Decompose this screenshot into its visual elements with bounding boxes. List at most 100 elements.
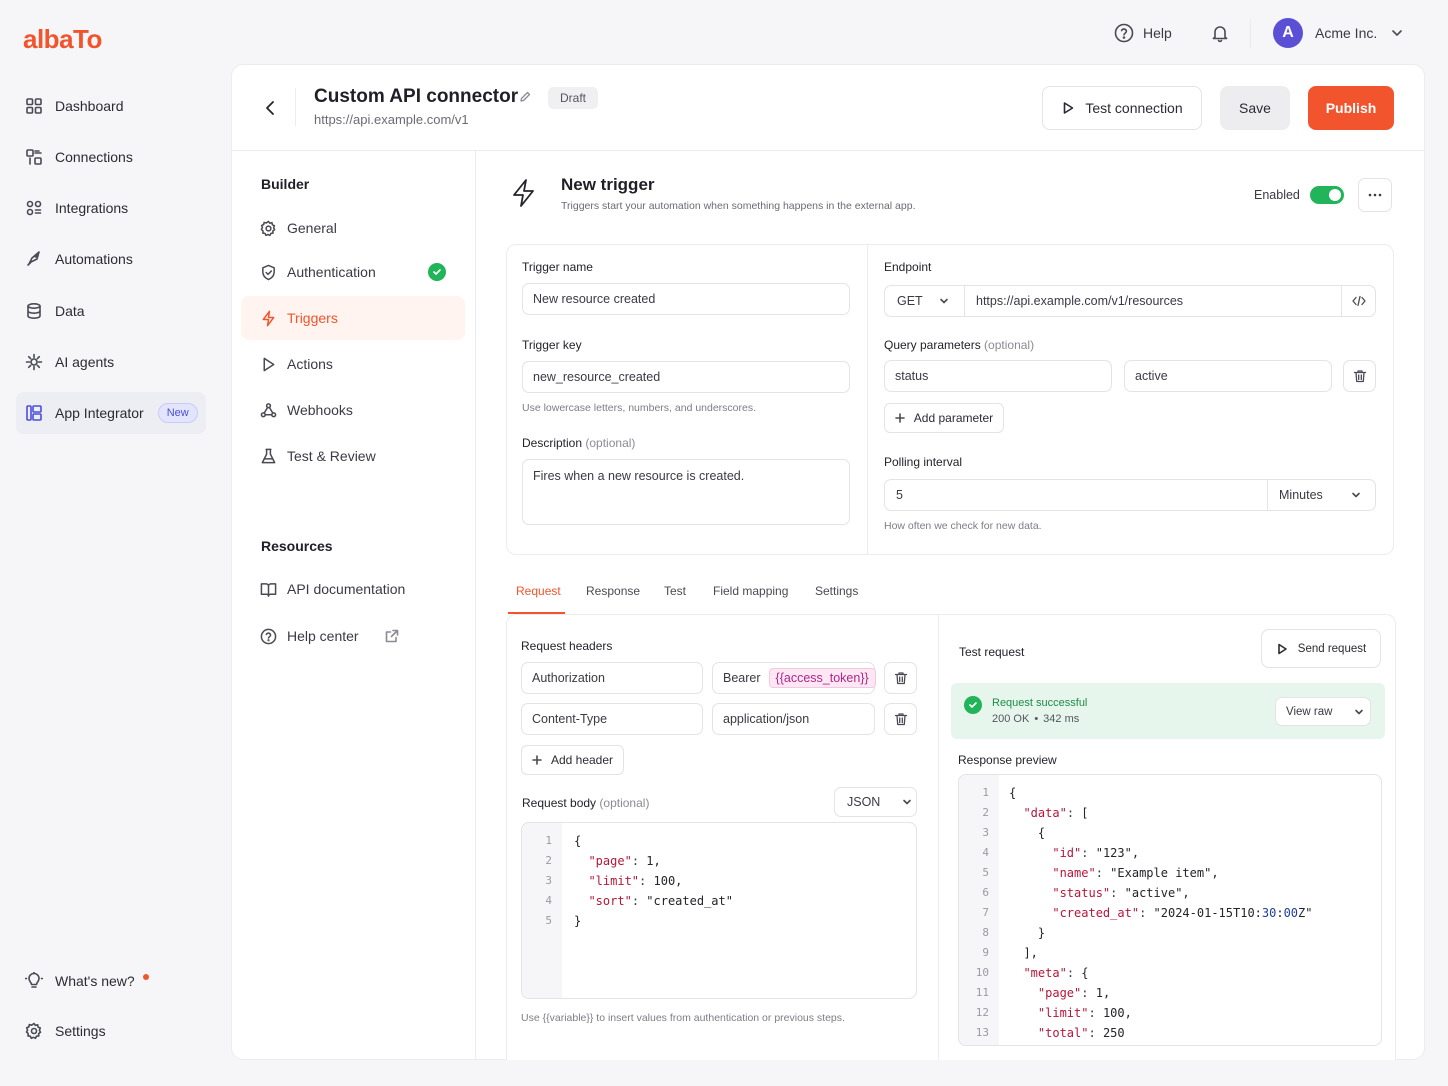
delete-header-button[interactable]: [884, 703, 917, 735]
polling-unit-select[interactable]: Minutes: [1267, 480, 1375, 510]
nav-item-ai-agents[interactable]: AI agents: [16, 341, 206, 383]
play-icon: [1064, 102, 1074, 114]
header-value-text: Bearer: [723, 671, 761, 685]
help-button[interactable]: Help: [1114, 23, 1172, 43]
form-divider: [867, 245, 868, 554]
response-preview-code-line: "id": "123",: [1052, 846, 1140, 860]
builder-item-test-review[interactable]: Test & Review: [241, 434, 465, 478]
resource-help-center[interactable]: Help center: [241, 614, 465, 658]
query-value-input[interactable]: active: [1124, 360, 1332, 392]
nav-item-integrations[interactable]: Integrations: [16, 187, 206, 229]
tab-settings[interactable]: Settings: [815, 584, 858, 598]
builder-item-webhooks[interactable]: Webhooks: [241, 388, 465, 432]
method-select[interactable]: GET: [885, 286, 965, 316]
chevron-down-icon: [1392, 30, 1403, 36]
check-circle-icon: [964, 696, 982, 714]
response-preview-code-line: {: [1009, 786, 1017, 800]
save-button[interactable]: Save: [1220, 86, 1290, 130]
nav-item-dashboard[interactable]: Dashboard: [16, 85, 206, 127]
response-preview-code-line: "status": "active",: [1052, 886, 1190, 900]
polling-value-input[interactable]: 5: [885, 488, 1267, 502]
description-textarea[interactable]: Fires when a new resource is created.: [522, 459, 850, 525]
request-headers-label: Request headers: [521, 639, 613, 653]
trigger-key-hint: Use lowercase letters, numbers, and unde…: [522, 402, 757, 414]
builder-item-authentication[interactable]: Authentication: [241, 250, 465, 294]
trigger-name-input[interactable]: New resource created: [522, 283, 850, 315]
send-request-button[interactable]: Send request: [1261, 629, 1381, 668]
header-key-input[interactable]: Content-Type: [521, 703, 703, 735]
body-format-value: JSON: [847, 795, 881, 809]
request-body-code-line: "page": 1,: [588, 854, 661, 868]
add-header-button[interactable]: Add header: [521, 745, 624, 775]
nav-item-data[interactable]: Data: [16, 290, 206, 332]
external-link-icon: [385, 629, 398, 643]
body-format-select[interactable]: JSON: [834, 787, 917, 817]
success-meta: 200 OK • 342 ms: [992, 713, 1079, 725]
response-preview-editor: 1 {2 "data": [3 {4 "id": "123", 5 "name": …: [958, 774, 1382, 1046]
enabled-label: Enabled: [1254, 188, 1300, 202]
test-connection-button[interactable]: Test connection: [1042, 86, 1202, 130]
trigger-key-input[interactable]: new_resource_created: [522, 361, 850, 393]
add-parameter-button[interactable]: Add parameter: [884, 403, 1004, 433]
tab-field-mapping[interactable]: Field mapping: [713, 584, 788, 598]
chevron-down-icon: [939, 298, 948, 304]
header-divider: [231, 150, 1425, 151]
nav-item-connections[interactable]: Connections: [16, 136, 206, 178]
check-circle-icon: [427, 263, 446, 281]
response-preview-line-number: 2: [982, 806, 989, 819]
trigger-key-label: Trigger key: [522, 338, 582, 352]
more-options-button[interactable]: [1358, 178, 1392, 212]
send-request-label: Send request: [1297, 642, 1367, 655]
query-key-input[interactable]: status: [884, 360, 1112, 392]
code-view-button[interactable]: [1341, 286, 1375, 316]
view-raw-select[interactable]: View raw: [1275, 697, 1371, 726]
header-value-input[interactable]: application/json: [712, 703, 875, 735]
edit-title-button[interactable]: [519, 91, 531, 103]
response-preview-line-number: 11: [975, 986, 989, 999]
view-raw-label: View raw: [1286, 705, 1333, 718]
builder-item-label: Test & Review: [287, 448, 376, 464]
settings-label: Settings: [55, 1023, 106, 1039]
notifications-button[interactable]: [1210, 23, 1230, 43]
builder-item-label: Authentication: [287, 264, 376, 280]
response-time: 342 ms: [1043, 713, 1080, 725]
nav-item-app-integrator[interactable]: App Integrator New: [16, 392, 206, 434]
publish-button[interactable]: Publish: [1308, 86, 1394, 130]
nav-item-automations[interactable]: Automations: [16, 238, 206, 280]
delete-header-button[interactable]: [884, 662, 917, 694]
account-menu[interactable]: A Acme Inc.: [1273, 18, 1403, 48]
tab-response[interactable]: Response: [586, 584, 640, 598]
albato-logo[interactable]: albaTo: [23, 24, 102, 55]
builder-item-general[interactable]: General: [241, 206, 465, 250]
header-key-input[interactable]: Authorization: [521, 662, 703, 694]
response-preview-line-number: 10: [975, 966, 989, 979]
add-parameter-label: Add parameter: [913, 411, 994, 425]
enabled-toggle[interactable]: [1310, 186, 1344, 204]
code-icon: [1351, 295, 1366, 307]
tab-request[interactable]: Request: [516, 584, 561, 598]
endpoint-label: Endpoint: [884, 260, 932, 274]
resource-api-documentation[interactable]: API documentation: [241, 567, 465, 611]
request-body-editor[interactable]: 1 {2 "page": 1, 3 "limit": 100, 4 "sort": "…: [521, 822, 917, 999]
help-circle-icon: [1114, 23, 1134, 43]
builder-item-actions[interactable]: Actions: [241, 342, 465, 386]
add-header-label: Add header: [550, 753, 614, 767]
endpoint-url-input[interactable]: https://api.example.com/v1/resources: [965, 294, 1341, 308]
trash-icon: [894, 672, 907, 685]
header-value-input[interactable]: Bearer {{access_token}}: [712, 662, 876, 694]
tab-test[interactable]: Test: [664, 584, 686, 598]
delete-parameter-button[interactable]: [1343, 360, 1376, 392]
query-parameters-label: Query parameters (optional): [884, 338, 1034, 352]
settings-link[interactable]: Settings: [16, 1010, 206, 1052]
optional-text: (optional): [984, 338, 1035, 352]
whats-new-link[interactable]: What's new?: [16, 960, 206, 1002]
builder-item-triggers[interactable]: Triggers: [241, 296, 465, 340]
back-button[interactable]: [262, 98, 278, 118]
description-label: Description (optional): [522, 436, 635, 450]
trash-icon: [1353, 370, 1366, 383]
response-preview-line-number: 5: [982, 866, 989, 879]
nav-label: App Integrator: [55, 405, 144, 421]
request-body-code-line: "sort": "created_at": [588, 894, 733, 908]
topbar-divider: [1250, 18, 1251, 48]
response-preview-line-number: 4: [982, 846, 989, 859]
